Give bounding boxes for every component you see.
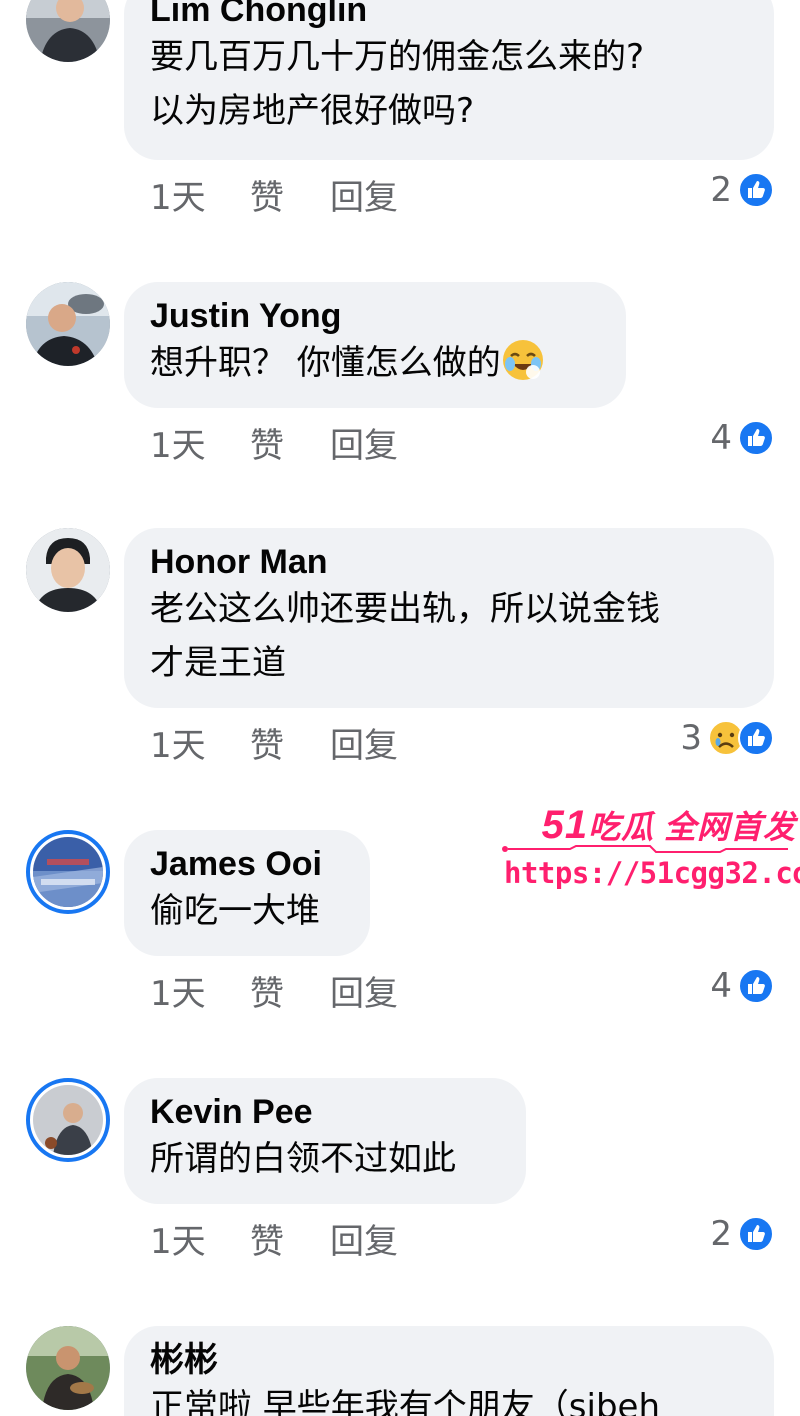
like-button[interactable]: 赞: [250, 178, 284, 218]
reaction-summary[interactable]: 2: [710, 170, 774, 210]
avatar[interactable]: [26, 528, 110, 612]
commenter-name[interactable]: Honor Man: [150, 542, 748, 582]
avatar[interactable]: [26, 0, 110, 62]
comment-time: 1天: [150, 178, 206, 218]
comment-time: 1天: [150, 426, 206, 466]
reply-button[interactable]: 回复: [330, 426, 398, 466]
like-button[interactable]: 赞: [250, 726, 284, 766]
reaction-count: 2: [710, 1214, 732, 1254]
reply-button[interactable]: 回复: [330, 974, 398, 1014]
avatar-photo: [26, 0, 110, 62]
like-reaction-icon: [738, 420, 774, 456]
comment-bubble: 彬彬 正常啦 早些年我有个朋友（sibeh: [124, 1326, 774, 1416]
like-button[interactable]: 赞: [250, 974, 284, 1014]
comment-text-line: 要几百万几十万的佣金怎么来的?: [150, 37, 645, 77]
comment-bubble: Honor Man 老公这么帅还要出轨，所以说金钱 才是王道: [124, 528, 774, 708]
avatar[interactable]: [26, 282, 110, 366]
reply-button[interactable]: 回复: [330, 1222, 398, 1262]
comment-text: 想升职？ 你懂怎么做的: [150, 343, 501, 383]
comment-time: 1天: [150, 726, 206, 766]
comment-bubble: Lim Chonglin 要几百万几十万的佣金怎么来的? 以为房地产很好做吗?: [124, 0, 774, 160]
comment-time: 1天: [150, 974, 206, 1014]
comment-text-line: 偷吃一大堆: [150, 891, 320, 931]
commenter-name[interactable]: Kevin Pee: [150, 1092, 500, 1132]
like-button[interactable]: 赞: [250, 1222, 284, 1262]
like-reaction-icon: [738, 1216, 774, 1252]
reply-button[interactable]: 回复: [330, 178, 398, 218]
like-reaction-icon: [738, 968, 774, 1004]
comment-text-line: 才是王道: [150, 643, 286, 683]
avatar[interactable]: [26, 830, 110, 914]
watermark-url: https://51cgg32.com: [504, 856, 800, 890]
watermark-brand-text: 吃瓜 全网首发: [588, 809, 796, 845]
reaction-summary[interactable]: 4: [710, 418, 774, 458]
reaction-summary[interactable]: 2: [710, 1214, 774, 1254]
watermark-circuit-line: [502, 845, 788, 853]
reaction-count: 4: [710, 966, 732, 1006]
comment-text-line: 老公这么帅还要出轨，所以说金钱: [150, 589, 660, 629]
comment-bubble: James Ooi 偷吃一大堆: [124, 830, 370, 956]
comment-bubble: Kevin Pee 所谓的白领不过如此: [124, 1078, 526, 1204]
watermark: 51吃瓜 全网首发 https://51cgg32.com: [496, 798, 800, 894]
avatar-photo: [26, 282, 110, 366]
watermark-brand-number: 51: [541, 803, 589, 847]
avatar-photo: [26, 1326, 110, 1410]
commenter-name[interactable]: Lim Chonglin: [150, 0, 748, 30]
commenter-name[interactable]: James Ooi: [150, 844, 344, 884]
laughing-tears-emoji: [502, 340, 543, 380]
like-button[interactable]: 赞: [250, 426, 284, 466]
reaction-count: 3: [680, 718, 702, 758]
avatar-photo: [33, 1085, 103, 1155]
like-reaction-icon: [738, 172, 774, 208]
like-reaction-icon: [738, 720, 774, 756]
reaction-count: 4: [710, 418, 732, 458]
avatar[interactable]: [26, 1078, 110, 1162]
reaction-summary[interactable]: 4: [710, 966, 774, 1006]
comment-bubble: Justin Yong 想升职？ 你懂怎么做的: [124, 282, 626, 408]
reply-button[interactable]: 回复: [330, 726, 398, 766]
comment-text-line: 正常啦 早些年我有个朋友（sibeh: [150, 1387, 661, 1416]
avatar-photo: [26, 528, 110, 612]
comment-text-line: 以为房地产很好做吗?: [150, 91, 475, 131]
watermark-brand: 51吃瓜 全网首发: [542, 802, 796, 848]
commenter-name[interactable]: 彬彬: [150, 1340, 748, 1380]
avatar[interactable]: [26, 1326, 110, 1410]
reaction-summary[interactable]: 3: [680, 718, 774, 758]
commenter-name[interactable]: Justin Yong: [150, 296, 600, 336]
comment-time: 1天: [150, 1222, 206, 1262]
reaction-count: 2: [710, 170, 732, 210]
avatar-photo: [33, 837, 103, 907]
comment-text-line: 想升职？ 你懂怎么做的: [150, 336, 600, 390]
comment-text-line: 所谓的白领不过如此: [150, 1139, 456, 1179]
